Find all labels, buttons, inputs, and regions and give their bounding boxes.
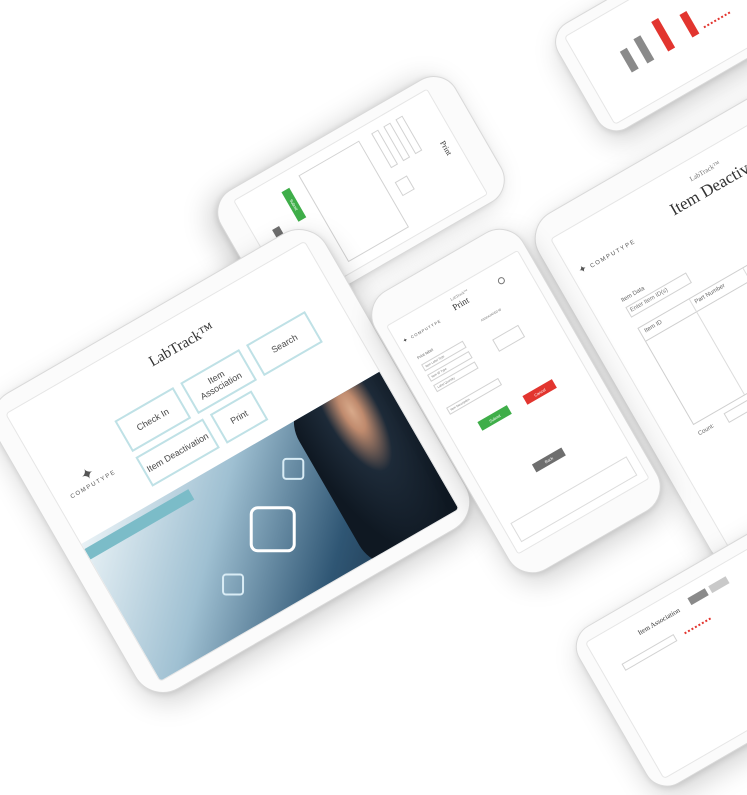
page-title: Item Association [636,606,682,637]
computype-logo: ✦ COMPUTYPE [398,310,445,347]
page-title: Print [438,139,454,158]
header-button[interactable] [708,576,730,594]
teal-banner [84,489,195,560]
logo-mark-icon: ✦ [402,337,410,345]
hexagon-icon [249,506,296,553]
tablet-bottom-right-screen: Item Association [584,523,747,780]
logo-text: COMPUTYPE [589,238,638,270]
progress-dots [684,617,712,635]
form-field[interactable] [621,633,678,671]
column-header: Item ID [643,319,664,335]
chart-line [703,11,731,29]
hexagon-icon [222,573,245,596]
chart-bar [633,35,655,64]
page-title: Item Deactivation [666,141,747,220]
cancel-button[interactable]: Cancel [522,379,557,405]
chart-bar [619,47,639,73]
quantity-stepper[interactable] [492,324,526,352]
submit-button[interactable]: Submit [477,405,512,431]
computype-logo: ✦ COMPUTYPE [60,454,119,501]
radio-button-icon[interactable] [496,275,507,286]
quantity-field[interactable] [394,175,415,197]
page-title: LabTrack™ [146,320,218,371]
logo-text: COMPUTYPE [409,318,443,340]
column-divider [688,299,745,395]
logo-mark-icon: ✦ [576,263,590,277]
count-label: Count: [697,423,716,438]
header-button[interactable] [687,588,709,606]
chart-bar [679,10,700,38]
hexagon-icon [282,457,305,480]
computype-logo: ✦ COMPUTYPE [574,231,638,279]
column-header: Part Number [693,283,727,306]
tablet-top-right-screen [563,0,747,126]
search-tile[interactable]: Search [245,310,323,377]
footer-bar [510,456,638,543]
item-description-field[interactable]: Item Description [446,377,503,415]
tablet-bottom-right: Item Association [567,506,747,795]
submit-button[interactable]: Submit [281,187,307,222]
chart-bar [651,18,676,52]
back-button[interactable]: Back [531,447,566,473]
radio-label: ASSOCIATED ID [480,307,503,323]
